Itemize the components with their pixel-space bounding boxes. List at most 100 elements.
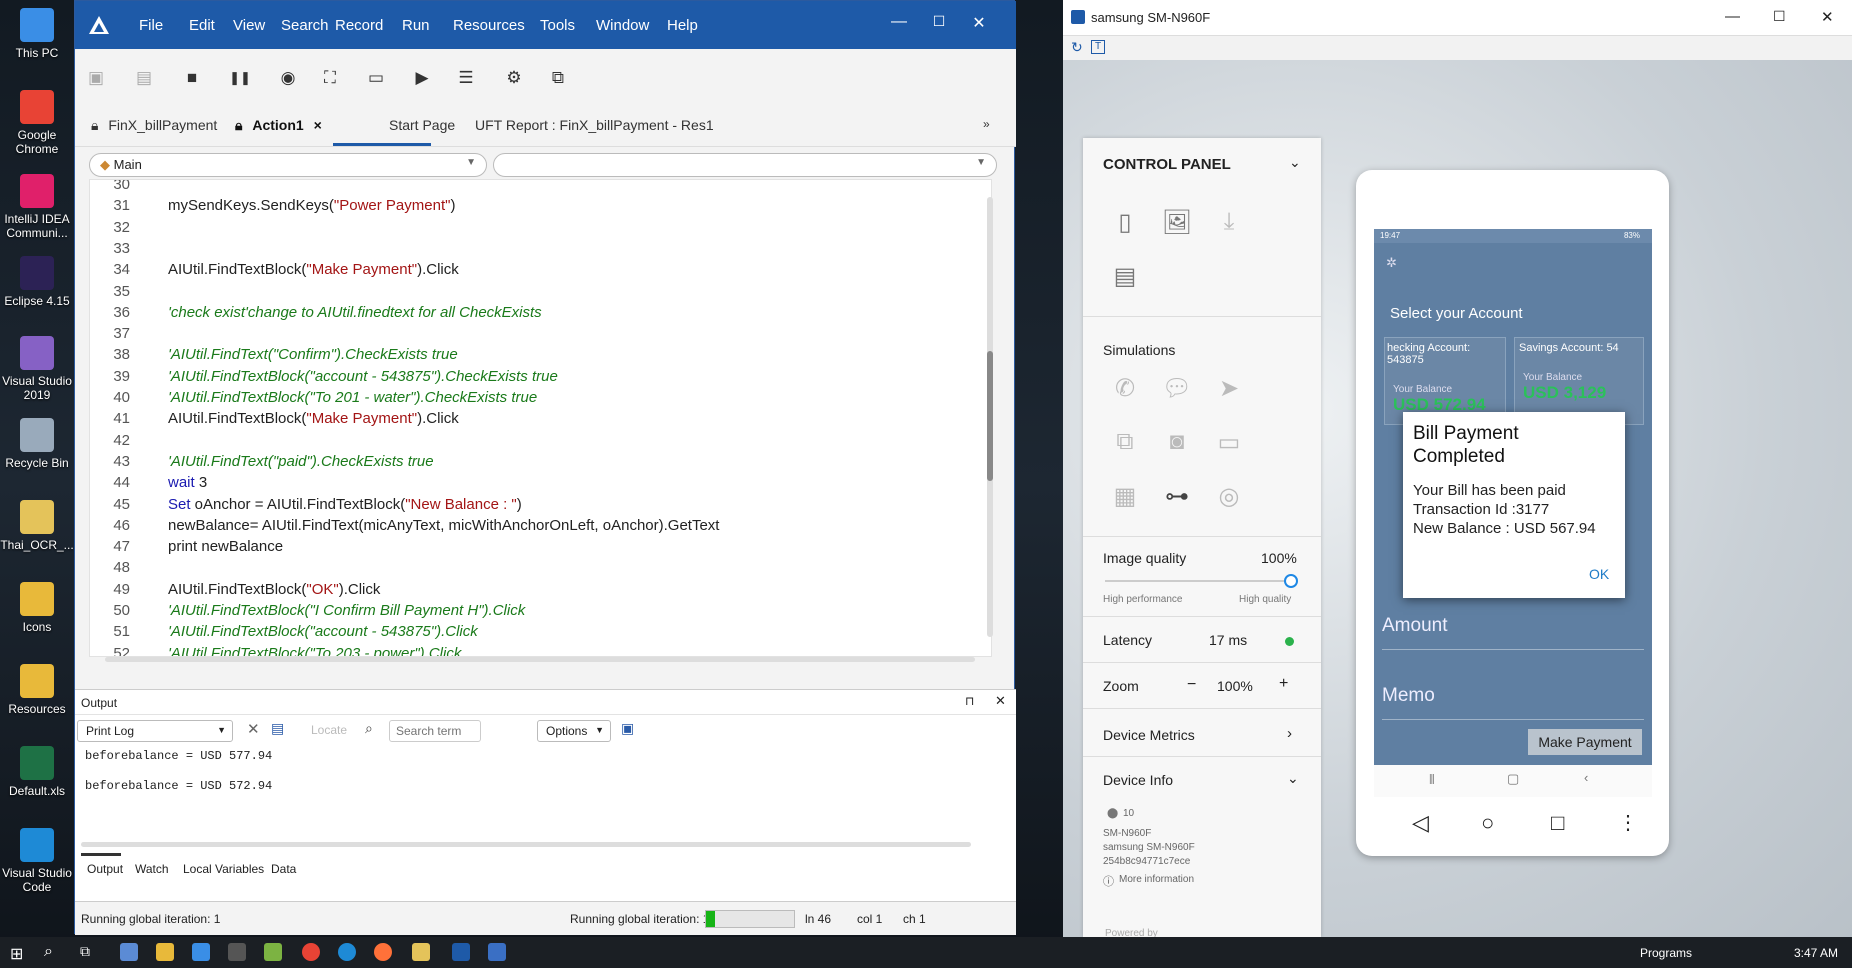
- desktop-icon[interactable]: Visual Studio 2019: [0, 336, 74, 402]
- code-editor[interactable]: 30 31 mySendKeys.SendKeys("Power Payment")…: [89, 179, 992, 657]
- video-icon[interactable]: ▭: [1213, 428, 1245, 457]
- code-line[interactable]: 'AIUtil.FindTextBlock("account - 543875"…: [168, 368, 558, 385]
- bottom-tab[interactable]: Local Variables: [183, 862, 264, 876]
- device-info-label[interactable]: Device Info: [1103, 772, 1173, 788]
- tab-finx-billpayment[interactable]: 🔒︎ FinX_billPayment: [91, 117, 217, 134]
- save-all-icon[interactable]: ▤: [133, 67, 155, 89]
- window-icon[interactable]: ⧉: [547, 67, 569, 89]
- locate-button[interactable]: Locate: [311, 723, 347, 737]
- menu-item-edit[interactable]: Edit: [189, 17, 215, 34]
- archive-icon[interactable]: ▭: [365, 67, 387, 89]
- menu-item-view[interactable]: View: [233, 17, 265, 34]
- desktop-icon[interactable]: Thai_OCR_...: [0, 500, 74, 552]
- save-log-icon[interactable]: ▣: [621, 720, 634, 737]
- code-line[interactable]: 'AIUtil.FindTextBlock("I Confirm Bill Pa…: [168, 602, 525, 619]
- menu-icon[interactable]: ✲: [1386, 255, 1397, 271]
- close-button[interactable]: ✕: [967, 13, 991, 33]
- code-line[interactable]: mySendKeys.SendKeys("Power Payment"): [168, 197, 455, 214]
- file-explorer-icon[interactable]: [156, 943, 174, 961]
- download-icon[interactable]: ⤓: [1213, 208, 1245, 236]
- list-icon[interactable]: ☰: [455, 67, 477, 89]
- location-icon[interactable]: ➤: [1213, 374, 1245, 403]
- procedure-select[interactable]: ▼: [493, 153, 997, 177]
- app-icon[interactable]: [264, 943, 282, 961]
- pause-icon[interactable]: ❚❚: [229, 67, 251, 89]
- code-line[interactable]: 'AIUtil.FindTextBlock("account - 543875"…: [168, 623, 478, 640]
- close-button[interactable]: ✕: [1821, 8, 1834, 26]
- edge-icon[interactable]: [338, 943, 356, 961]
- code-line[interactable]: 'AIUtil.FindText("Confirm").CheckExists …: [168, 346, 458, 363]
- recent-apps-icon[interactable]: ⦀: [1429, 772, 1435, 788]
- home-icon[interactable]: ▢: [1507, 771, 1519, 787]
- terminal-icon[interactable]: [228, 943, 246, 961]
- bottom-tab[interactable]: Data: [271, 862, 296, 876]
- back-icon[interactable]: ‹: [1584, 770, 1588, 785]
- image-injection-icon[interactable]: ⧉: [1109, 428, 1141, 456]
- stop-icon[interactable]: ■: [181, 67, 203, 89]
- bottom-tab[interactable]: Watch: [135, 862, 169, 876]
- desktop-icon[interactable]: Google Chrome: [0, 90, 74, 156]
- desktop-icon[interactable]: This PC: [0, 8, 74, 60]
- code-line[interactable]: 'check exist'change to AIUtil.finedtext …: [168, 304, 542, 321]
- desktop-icon[interactable]: Visual Studio Code: [0, 828, 74, 894]
- programs-label[interactable]: Programs: [1640, 946, 1692, 960]
- clipboard-icon[interactable]: ▤: [1109, 262, 1141, 291]
- amount-field[interactable]: Amount: [1382, 615, 1447, 637]
- device-rotate-icon[interactable]: ▯: [1109, 208, 1141, 237]
- code-line[interactable]: 'AIUtil.FindTextBlock("To 201 - water").…: [168, 389, 537, 406]
- clock[interactable]: 3:47 AM: [1794, 946, 1838, 960]
- more-information-link[interactable]: More information: [1119, 874, 1194, 885]
- tab-action1[interactable]: 🔒︎ Action1 ×: [235, 117, 322, 134]
- minimize-button[interactable]: —: [887, 13, 911, 31]
- code-line[interactable]: newBalance= AIUtil.FindText(micAnyText, …: [168, 517, 719, 534]
- text-icon[interactable]: T: [1091, 40, 1105, 54]
- chevron-right-icon[interactable]: ›: [1287, 725, 1292, 742]
- search-icon[interactable]: ⌕: [44, 943, 53, 961]
- chevron-down-icon[interactable]: ⌄: [1287, 770, 1299, 787]
- code-line[interactable]: 'AIUtil.FindTextBlock("To 203 - power").…: [168, 645, 461, 656]
- output-scrollbar[interactable]: [81, 842, 971, 847]
- notes-icon[interactable]: [412, 943, 430, 961]
- menu-item-search[interactable]: Search: [281, 17, 329, 34]
- quality-slider-handle[interactable]: [1284, 574, 1298, 588]
- tab-uft-report[interactable]: UFT Report : FinX_billPayment - Res1: [475, 117, 714, 133]
- record-mode-icon[interactable]: ◉: [277, 67, 299, 89]
- desktop-icon[interactable]: Default.xls: [0, 746, 74, 798]
- zoom-out-button[interactable]: −: [1187, 676, 1196, 694]
- copy-icon[interactable]: ▤: [271, 720, 284, 737]
- desktop-icon[interactable]: Resources: [0, 664, 74, 716]
- object-spy-icon[interactable]: ⛶: [319, 67, 341, 89]
- code-line[interactable]: AIUtil.FindTextBlock("OK").Click: [168, 581, 380, 598]
- editor-scroll-thumb[interactable]: [987, 351, 993, 481]
- save-icon[interactable]: ▣: [85, 67, 107, 89]
- home-nav-icon[interactable]: ○: [1481, 810, 1494, 836]
- menu-item-tools[interactable]: Tools: [540, 17, 575, 34]
- qr-code-icon[interactable]: ▦: [1109, 482, 1141, 511]
- dialog-ok-button[interactable]: OK: [1589, 566, 1609, 582]
- device-taskbar-icon[interactable]: [488, 943, 506, 961]
- close-panel-icon[interactable]: ✕: [995, 693, 1006, 709]
- camera-icon[interactable]: ◙: [1161, 428, 1193, 456]
- menu-item-resources[interactable]: Resources: [453, 17, 525, 34]
- pin-icon[interactable]: ⊓: [965, 694, 974, 708]
- options-button[interactable]: Options ▼: [537, 720, 611, 742]
- code-line[interactable]: 'AIUtil.FindText("paid").CheckExists tru…: [168, 453, 434, 470]
- scope-select[interactable]: ◆ Main ▼: [89, 153, 487, 177]
- unlock-icon[interactable]: ⊶: [1161, 482, 1193, 511]
- tab-start-page[interactable]: Start Page: [389, 117, 455, 133]
- quality-slider-track[interactable]: [1105, 580, 1295, 582]
- firefox-icon[interactable]: [374, 943, 392, 961]
- tab-close-icon[interactable]: ×: [314, 117, 322, 133]
- uft-taskbar-icon[interactable]: [452, 943, 470, 961]
- chrome-icon[interactable]: [302, 943, 320, 961]
- menu-item-window[interactable]: Window: [596, 17, 649, 34]
- make-payment-button[interactable]: Make Payment: [1528, 729, 1642, 755]
- settings-icon[interactable]: ⚙: [503, 67, 525, 89]
- maximize-button[interactable]: ☐: [1773, 8, 1786, 25]
- device-metrics-button[interactable]: Device Metrics: [1103, 727, 1195, 743]
- bottom-tab[interactable]: Output: [87, 862, 123, 876]
- tabs-overflow-icon[interactable]: »: [983, 117, 990, 131]
- more-nav-icon[interactable]: ⋮: [1618, 810, 1638, 835]
- log-type-select[interactable]: Print Log ▼: [77, 720, 233, 742]
- chevron-down-icon[interactable]: ⌄: [1289, 154, 1301, 171]
